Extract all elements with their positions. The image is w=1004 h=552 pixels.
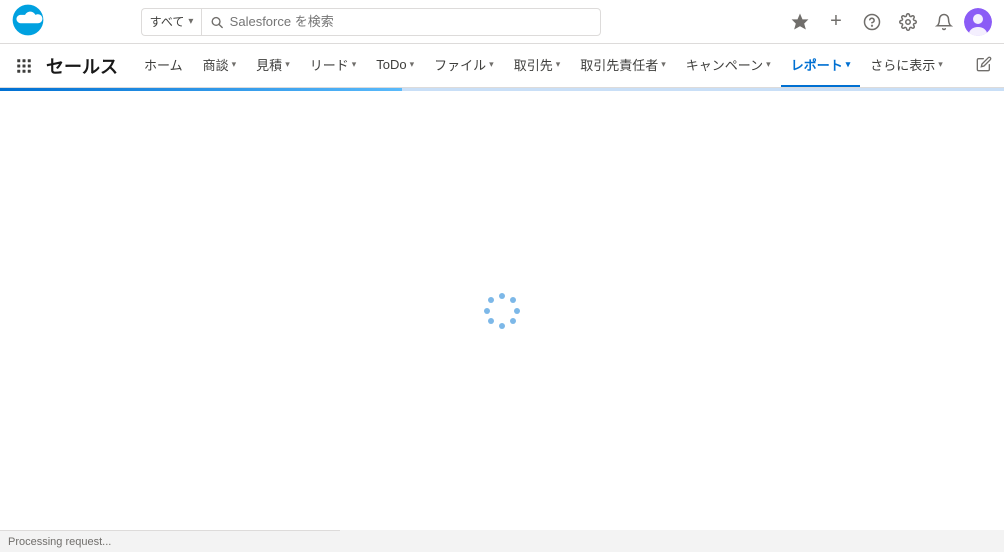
top-bar-actions: + bbox=[784, 6, 992, 38]
salesforce-logo[interactable] bbox=[12, 4, 44, 39]
nav-item-campaign[interactable]: キャンペーン ▾ bbox=[676, 44, 781, 87]
search-input-wrap bbox=[201, 8, 600, 36]
nav-item-account[interactable]: 取引先 ▾ bbox=[504, 44, 571, 87]
nav-chevron: ▾ bbox=[410, 59, 415, 70]
search-scope-selector[interactable]: すべて ▾ bbox=[141, 8, 202, 36]
apps-icon[interactable] bbox=[8, 50, 40, 82]
nav-chevron: ▾ bbox=[556, 59, 561, 70]
nav-item-mitsumori[interactable]: 見積 ▾ bbox=[246, 44, 300, 87]
nav-item-more[interactable]: さらに表示 ▾ bbox=[860, 44, 953, 87]
add-button[interactable]: + bbox=[820, 6, 852, 38]
nav-chevron: ▾ bbox=[938, 59, 943, 70]
nav-chevron: ▾ bbox=[489, 59, 494, 70]
nav-chevron: ▾ bbox=[352, 59, 357, 70]
search-container: すべて ▾ bbox=[141, 8, 601, 36]
spinner-dot bbox=[488, 318, 494, 324]
nav-item-shodan[interactable]: 商談 ▾ bbox=[193, 44, 247, 87]
nav-item-file[interactable]: ファイル ▾ bbox=[424, 44, 504, 87]
nav-chevron: ▾ bbox=[232, 59, 237, 70]
search-scope-chevron: ▾ bbox=[188, 16, 193, 27]
nav-bar: セールス ホーム 商談 ▾ 見積 ▾ リード ▾ ToDo ▾ ファイル ▾ 取… bbox=[0, 44, 1004, 88]
top-bar: すべて ▾ + bbox=[0, 0, 1004, 44]
nav-chevron: ▾ bbox=[766, 59, 771, 70]
search-input[interactable] bbox=[230, 14, 592, 29]
loading-spinner bbox=[482, 291, 522, 331]
nav-items: ホーム 商談 ▾ 見積 ▾ リード ▾ ToDo ▾ ファイル ▾ 取引先 ▾ … bbox=[134, 44, 972, 87]
main-content bbox=[0, 91, 1004, 530]
spinner-dot bbox=[499, 323, 505, 329]
app-name: セールス bbox=[46, 53, 118, 79]
spinner-dot bbox=[514, 308, 520, 314]
user-avatar[interactable] bbox=[964, 8, 992, 36]
help-button[interactable] bbox=[856, 6, 888, 38]
favorites-button[interactable] bbox=[784, 6, 816, 38]
spinner-dot bbox=[484, 308, 490, 314]
status-bar: Processing request... bbox=[0, 530, 340, 552]
nav-item-contact[interactable]: 取引先責任者 ▾ bbox=[570, 44, 676, 87]
search-scope-label: すべて bbox=[150, 13, 185, 30]
nav-chevron: ▾ bbox=[846, 59, 851, 70]
settings-button[interactable] bbox=[892, 6, 924, 38]
spinner-dot bbox=[488, 297, 494, 303]
status-text: Processing request... bbox=[8, 536, 111, 548]
nav-chevron: ▾ bbox=[661, 59, 666, 70]
spinner-dot bbox=[510, 297, 516, 303]
search-icon bbox=[210, 15, 223, 29]
spinner-dot bbox=[510, 318, 516, 324]
nav-item-report[interactable]: レポート ▾ bbox=[781, 44, 861, 87]
spinner-dot bbox=[499, 293, 505, 299]
nav-chevron: ▾ bbox=[285, 59, 290, 70]
notifications-button[interactable] bbox=[928, 6, 960, 38]
nav-item-todo[interactable]: ToDo ▾ bbox=[366, 44, 424, 87]
nav-item-lead[interactable]: リード ▾ bbox=[300, 44, 367, 87]
nav-item-home[interactable]: ホーム bbox=[134, 44, 193, 87]
nav-edit-button[interactable] bbox=[972, 52, 996, 79]
